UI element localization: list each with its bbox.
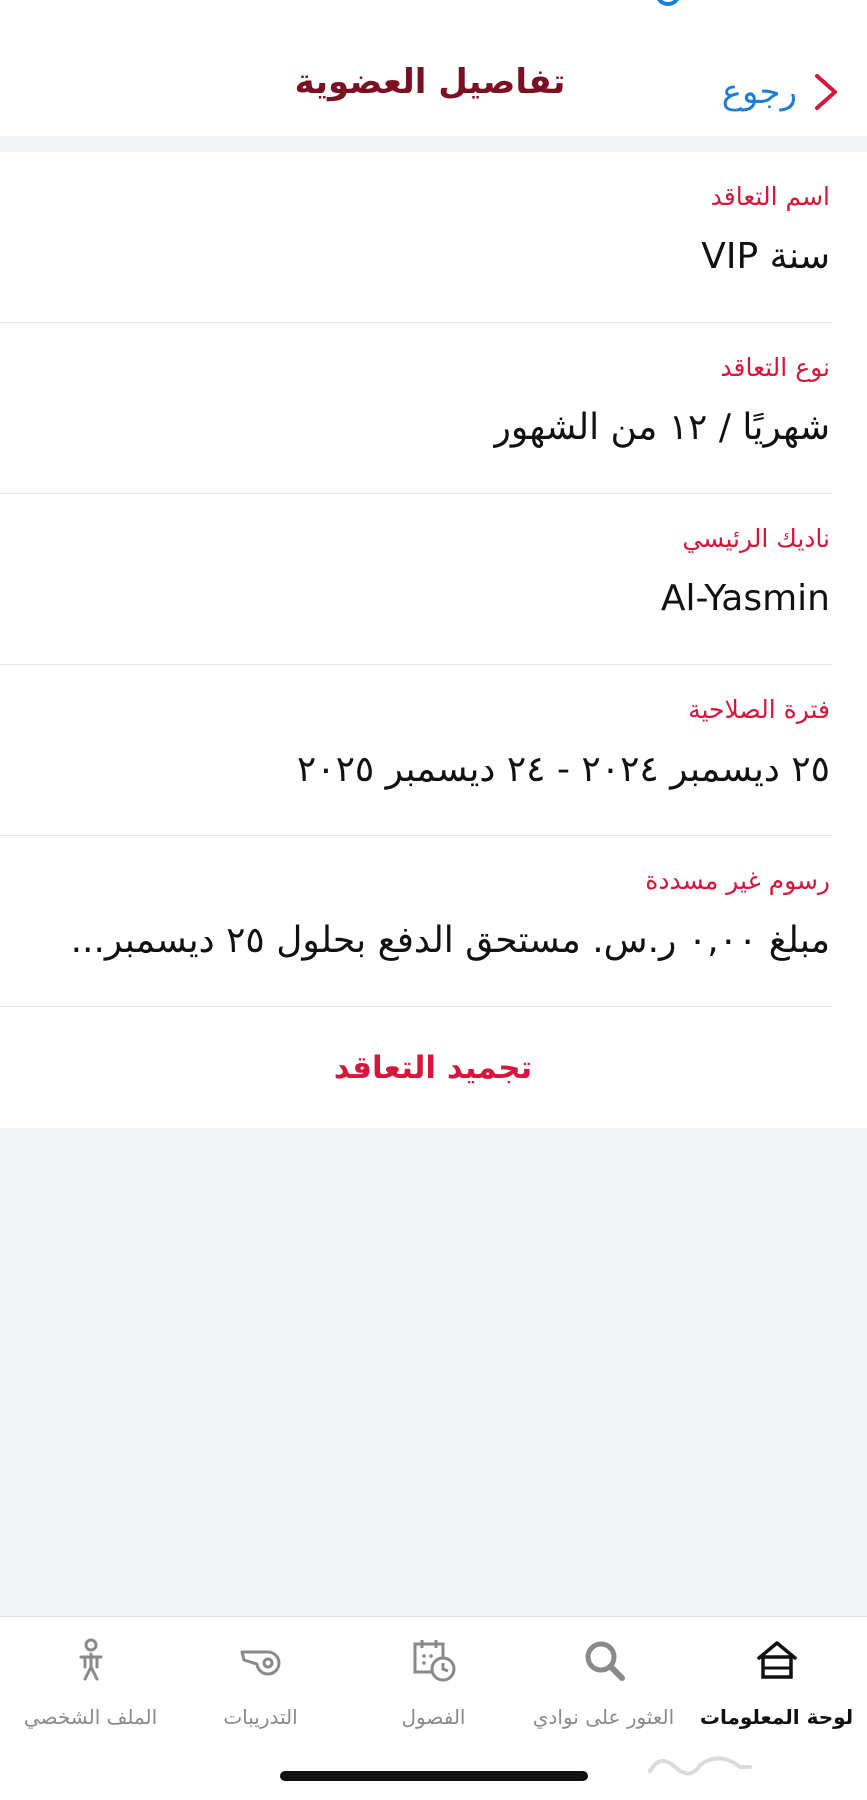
- detail-row-home-club: ناديك الرئيسي Al-Yasmin: [0, 494, 832, 665]
- detail-row-contract-type: نوع التعاقد شهريًا / ١٢ من الشهور: [0, 323, 832, 494]
- tab-label: العثور على نوادي: [532, 1705, 675, 1729]
- top-bar: تفاصيل العضوية رجوع: [0, 0, 867, 136]
- detail-label: فترة الصلاحية: [688, 695, 830, 724]
- detail-row-contract-name: اسم التعاقد سنة VIP: [0, 152, 832, 323]
- back-button[interactable]: رجوع: [722, 62, 841, 122]
- membership-details-card: اسم التعاقد سنة VIP نوع التعاقد شهريًا /…: [0, 152, 867, 1128]
- detail-label: نوع التعاقد: [720, 353, 830, 382]
- page-title: تفاصيل العضوية: [294, 62, 566, 102]
- detail-value: سنة VIP: [701, 236, 830, 277]
- detail-label: رسوم غير مسددة: [645, 866, 830, 895]
- tab-label: لوحة المعلومات: [699, 1705, 854, 1729]
- detail-value: Al-Yasmin: [660, 578, 830, 619]
- tab-label: الفصول: [401, 1705, 466, 1729]
- home-icon: [756, 1641, 797, 1679]
- detail-label: اسم التعاقد: [710, 182, 830, 211]
- person-icon: [79, 1638, 102, 1681]
- detail-value: ٢٥ ديسمبر ٢٠٢٤ - ٢٤ ديسمبر ٢٠٢٥: [296, 749, 830, 790]
- tab-find-clubs[interactable]: العثور على نوادي: [517, 1637, 690, 1747]
- back-label: رجوع: [721, 72, 797, 112]
- tab-label: التدريبات: [223, 1705, 298, 1729]
- tab-classes[interactable]: الفصول: [347, 1637, 520, 1747]
- watermark-logo-icon: [648, 1756, 752, 1776]
- detail-row-unpaid-fees[interactable]: رسوم غير مسددة مبلغ ٠,٠٠ ر.س. مستحق الدف…: [0, 836, 832, 1007]
- status-indicator-icon: [655, 0, 681, 6]
- home-indicator: [280, 1771, 588, 1781]
- search-icon: [585, 1641, 625, 1681]
- freeze-contract-button[interactable]: تجميد التعاقد: [233, 1050, 633, 1086]
- tab-trainings[interactable]: التدريبات: [174, 1637, 347, 1747]
- tab-profile[interactable]: الملف الشخصي: [4, 1637, 177, 1747]
- detail-value: شهريًا / ١٢ من الشهور: [493, 407, 830, 448]
- detail-label: ناديك الرئيسي: [682, 524, 830, 553]
- detail-row-validity-period: فترة الصلاحية ٢٥ ديسمبر ٢٠٢٤ - ٢٤ ديسمبر…: [0, 665, 832, 836]
- detail-value: مبلغ ٠,٠٠ ر.س. مستحق الدفع بحلول ٢٥ ديسم…: [70, 920, 830, 961]
- tab-dashboard[interactable]: لوحة المعلومات: [690, 1637, 863, 1747]
- whistle-icon: [240, 1650, 280, 1676]
- chevron-right-icon: [815, 74, 837, 110]
- calendar-clock-icon: [413, 1640, 455, 1682]
- tab-label: الملف الشخصي: [23, 1705, 158, 1729]
